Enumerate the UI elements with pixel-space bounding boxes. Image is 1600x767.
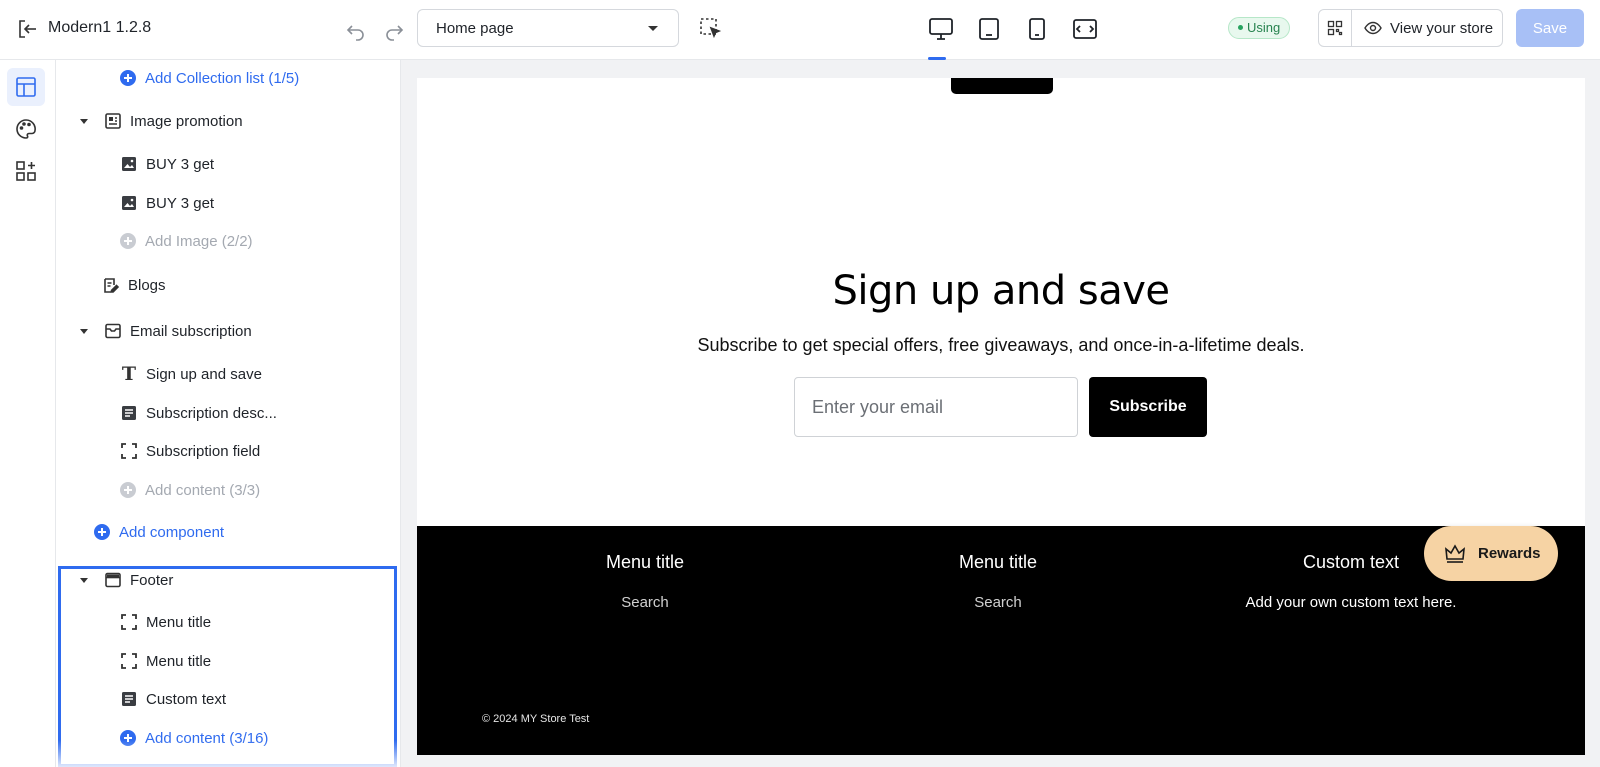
section-label: Email subscription	[130, 322, 252, 340]
footer-icon	[104, 571, 122, 589]
collapse-caret-icon[interactable]	[78, 325, 90, 337]
sections-panel: Add Collection list (1/5) Image promotio…	[56, 60, 401, 767]
mobile-view-icon[interactable]	[1022, 14, 1052, 44]
block-label: Subscription field	[146, 442, 261, 460]
plus-circle-icon	[120, 233, 136, 249]
block-subscription-field[interactable]: Subscription field	[56, 434, 400, 468]
block-label: Subscription desc...	[146, 404, 277, 422]
section-label: Blogs	[128, 276, 166, 294]
active-device-indicator	[928, 57, 946, 60]
page-select[interactable]: Home page	[417, 9, 679, 47]
paragraph-icon	[120, 404, 138, 422]
add-content-footer-button[interactable]: Add content (3/16)	[56, 721, 400, 755]
add-image-button[interactable]: Add Image (2/2)	[56, 224, 400, 258]
rewards-button[interactable]: Rewards	[1424, 526, 1558, 581]
block-custom-text[interactable]: Custom text	[56, 682, 400, 716]
block-buy-3-get-2[interactable]: BUY 3 get	[56, 186, 400, 220]
icon-rail	[0, 60, 56, 767]
plus-circle-icon	[120, 70, 136, 86]
section-blogs[interactable]: Blogs	[56, 268, 400, 302]
theme-title: Modern1 1.2.8	[48, 19, 152, 36]
view-store-label: View your store	[1390, 19, 1494, 37]
add-content-email-button[interactable]: Add content (3/3)	[56, 473, 400, 507]
add-component-label: Add component	[119, 523, 225, 541]
paragraph-icon	[120, 690, 138, 708]
frame-icon	[120, 652, 138, 670]
add-collection-label: Add Collection list (1/5)	[145, 69, 300, 87]
apps-icon[interactable]	[7, 152, 45, 190]
status-badge: Using	[1228, 17, 1291, 39]
theme-styles-icon[interactable]	[7, 110, 45, 148]
section-label: Footer	[130, 571, 174, 589]
view-store-button[interactable]: View your store	[1352, 10, 1502, 46]
page-select-value: Home page	[436, 20, 514, 37]
plus-circle-icon	[120, 482, 136, 498]
footer-menu-title-2: Menu title	[958, 552, 1038, 572]
section-label: Image promotion	[130, 112, 243, 130]
add-content-label: Add content (3/16)	[145, 729, 269, 747]
footer-menu-title-1: Menu title	[605, 552, 685, 572]
text-icon: T	[121, 363, 137, 385]
block-label: BUY 3 get	[146, 194, 215, 212]
rewards-label: Rewards	[1478, 545, 1541, 562]
block-label: BUY 3 get	[146, 155, 215, 173]
top-bar: Modern1 1.2.8 Home page Using View your …	[0, 0, 1600, 60]
crown-icon	[1445, 543, 1465, 563]
section-footer[interactable]: Footer	[56, 563, 400, 597]
fullscreen-view-icon[interactable]	[1070, 14, 1100, 44]
subscribe-button[interactable]: Subscribe	[1089, 377, 1207, 437]
add-image-label: Add Image (2/2)	[145, 232, 253, 250]
image-icon	[120, 194, 138, 212]
frame-icon	[120, 442, 138, 460]
footer-preview: Menu title Search Menu title Search Cust…	[417, 526, 1585, 755]
select-element-icon[interactable]	[698, 16, 722, 40]
exit-editor-icon[interactable]	[16, 18, 38, 40]
section-email-subscription[interactable]: Email subscription	[56, 314, 400, 348]
frame-icon	[120, 613, 138, 631]
tablet-view-icon[interactable]	[974, 14, 1004, 44]
sections-icon[interactable]	[7, 68, 45, 106]
section-image-promotion[interactable]: Image promotion	[56, 104, 400, 138]
save-button[interactable]: Save	[1516, 9, 1584, 47]
qr-code-icon[interactable]	[1319, 10, 1352, 46]
block-label: Sign up and save	[146, 365, 262, 383]
collapse-caret-icon[interactable]	[78, 574, 90, 586]
add-collection-list-button[interactable]: Add Collection list (1/5)	[56, 61, 400, 95]
desktop-view-icon[interactable]	[926, 14, 956, 44]
copyright-text: © 2024 MY Store Test	[482, 713, 590, 725]
block-sign-up-and-save[interactable]: T Sign up and save	[56, 357, 400, 391]
mail-icon	[104, 322, 122, 340]
block-menu-title-1[interactable]: Menu title	[56, 605, 400, 639]
eye-icon	[1364, 21, 1382, 35]
store-preview: Sign up and save Subscribe to get specia…	[417, 78, 1585, 755]
view-store-group: View your store	[1318, 9, 1503, 47]
footer-link-search-1[interactable]: Search	[525, 594, 765, 611]
image-icon	[120, 155, 138, 173]
footer-custom-text: Add your own custom text here.	[1245, 594, 1457, 611]
email-input[interactable]	[794, 377, 1078, 437]
image-promotion-icon	[104, 112, 122, 130]
block-label: Menu title	[146, 652, 212, 670]
add-component-button[interactable]: Add component	[56, 515, 400, 549]
footer-link-search-2[interactable]: Search	[878, 594, 1118, 611]
block-label: Menu title	[146, 613, 212, 631]
block-subscription-description[interactable]: Subscription desc...	[56, 396, 400, 430]
block-menu-title-2[interactable]: Menu title	[56, 644, 400, 678]
signup-title: Sign up and save	[832, 268, 1170, 314]
add-content-label: Add content (3/3)	[145, 481, 261, 499]
redo-icon[interactable]	[382, 18, 406, 42]
plus-circle-icon	[94, 524, 110, 540]
chevron-down-icon	[648, 26, 658, 31]
previous-section-button[interactable]	[951, 78, 1053, 94]
collapse-caret-icon[interactable]	[78, 115, 90, 127]
signup-description: Subscribe to get special offers, free gi…	[697, 335, 1305, 355]
plus-circle-icon	[120, 730, 136, 746]
block-buy-3-get-1[interactable]: BUY 3 get	[56, 147, 400, 181]
blog-edit-icon	[102, 276, 120, 294]
undo-icon[interactable]	[344, 18, 368, 42]
block-label: Custom text	[146, 690, 227, 708]
